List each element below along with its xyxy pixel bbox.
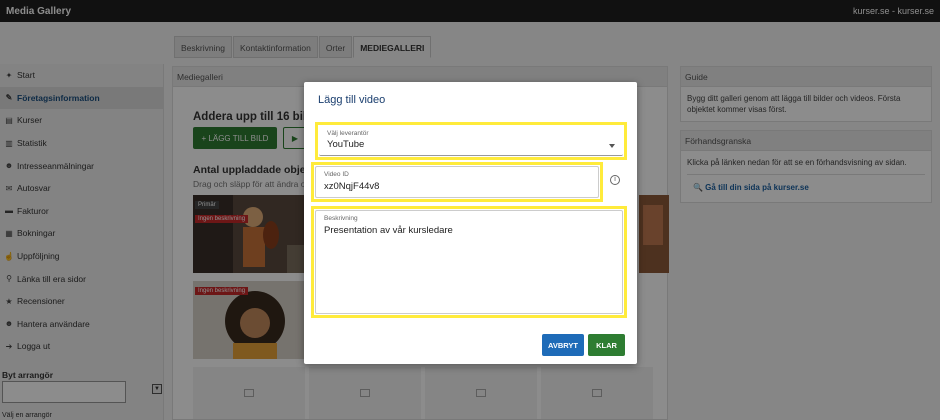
done-button[interactable]: KLAR <box>588 334 625 356</box>
cancel-button[interactable]: AVBRYT <box>542 334 584 356</box>
provider-label: Välj leverantör <box>327 130 369 137</box>
description-label: Beskrivning <box>324 215 358 222</box>
description-value: Presentation av vår kursledare <box>324 225 453 236</box>
video-id-field[interactable]: Video ID xz0NqjF44v8 <box>315 166 599 198</box>
description-field[interactable]: Beskrivning Presentation av vår kursleda… <box>315 210 623 314</box>
dialog-title: Lägg till video <box>318 94 386 106</box>
provider-value: YouTube <box>327 139 365 150</box>
add-video-dialog: Lägg till video Välj leverantör YouTube … <box>304 82 637 364</box>
chevron-down-icon <box>609 144 615 148</box>
video-id-label: Video ID <box>324 171 349 178</box>
video-id-value: xz0NqjF44v8 <box>324 181 380 192</box>
provider-select[interactable]: Välj leverantör YouTube <box>319 126 623 156</box>
info-icon[interactable]: i <box>610 175 620 185</box>
